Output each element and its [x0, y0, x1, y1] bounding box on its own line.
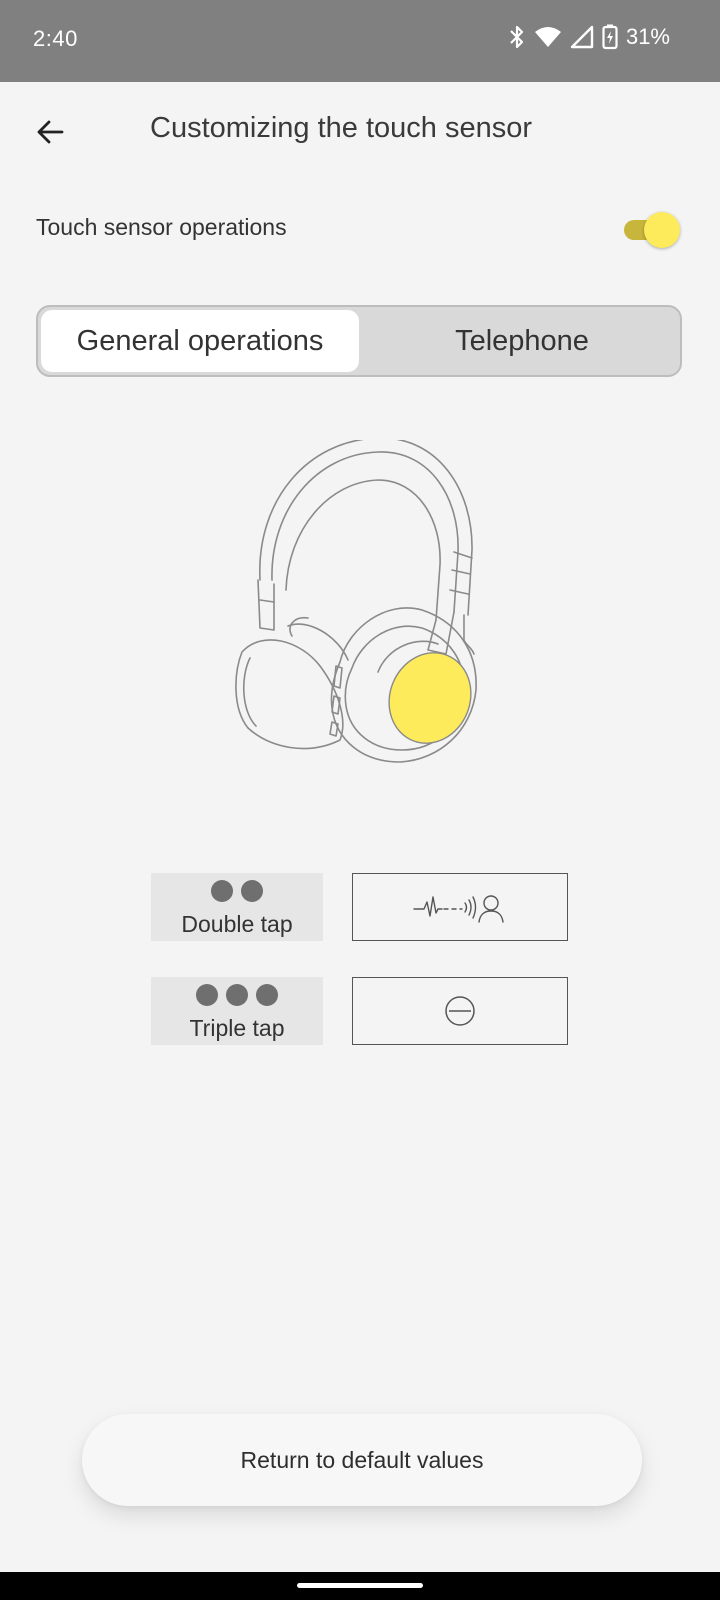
return-to-default-button[interactable]: Return to default values [82, 1414, 642, 1506]
touch-sensor-area [388, 652, 472, 744]
ambient-sound-icon [413, 895, 504, 923]
navigation-bar [0, 1572, 720, 1600]
headphones-illustration [235, 440, 477, 763]
bluetooth-icon [510, 25, 524, 49]
tap-dots [151, 880, 323, 902]
double-tap-row: Double tap [151, 873, 571, 941]
back-button[interactable] [28, 110, 72, 154]
app-bar: Customizing the touch sensor [0, 82, 720, 182]
tap-dot [211, 880, 233, 902]
battery-percent: 31% [625, 24, 670, 49]
tap-dot [196, 984, 218, 1006]
signal-icon [570, 25, 594, 49]
triple-tap-label: Triple tap [189, 1015, 285, 1041]
double-tap-label: Double tap [181, 911, 293, 937]
home-handle[interactable] [297, 1583, 423, 1588]
triple-tap-row: Triple tap [151, 977, 571, 1045]
touch-sensor-switch[interactable] [624, 212, 680, 248]
status-bar: 2:40 31% [0, 0, 720, 82]
operations-tabs: General operations Telephone [36, 305, 682, 377]
no-function-icon [445, 996, 475, 1026]
wifi-icon [534, 27, 561, 47]
battery-charging-icon [602, 24, 618, 50]
status-icons: 31% [508, 24, 670, 50]
page-title: Customizing the touch sensor [150, 112, 533, 144]
tab-general-operations[interactable]: General operations [41, 310, 359, 372]
tap-dot [241, 880, 263, 902]
touch-sensor-label: Touch sensor operations [36, 214, 287, 240]
tap-dot [226, 984, 248, 1006]
tap-dots [151, 984, 323, 1006]
tap-dot [256, 984, 278, 1006]
double-tap-card: Double tap [151, 873, 323, 941]
status-time: 2:40 [33, 26, 78, 51]
triple-tap-card: Triple tap [151, 977, 323, 1045]
triple-tap-action-button[interactable] [352, 977, 568, 1045]
tab-telephone[interactable]: Telephone [364, 310, 680, 372]
switch-thumb [644, 212, 680, 248]
double-tap-action-button[interactable] [352, 873, 568, 941]
touch-sensor-row: Touch sensor operations [0, 200, 720, 260]
arrow-left-icon [37, 120, 64, 144]
